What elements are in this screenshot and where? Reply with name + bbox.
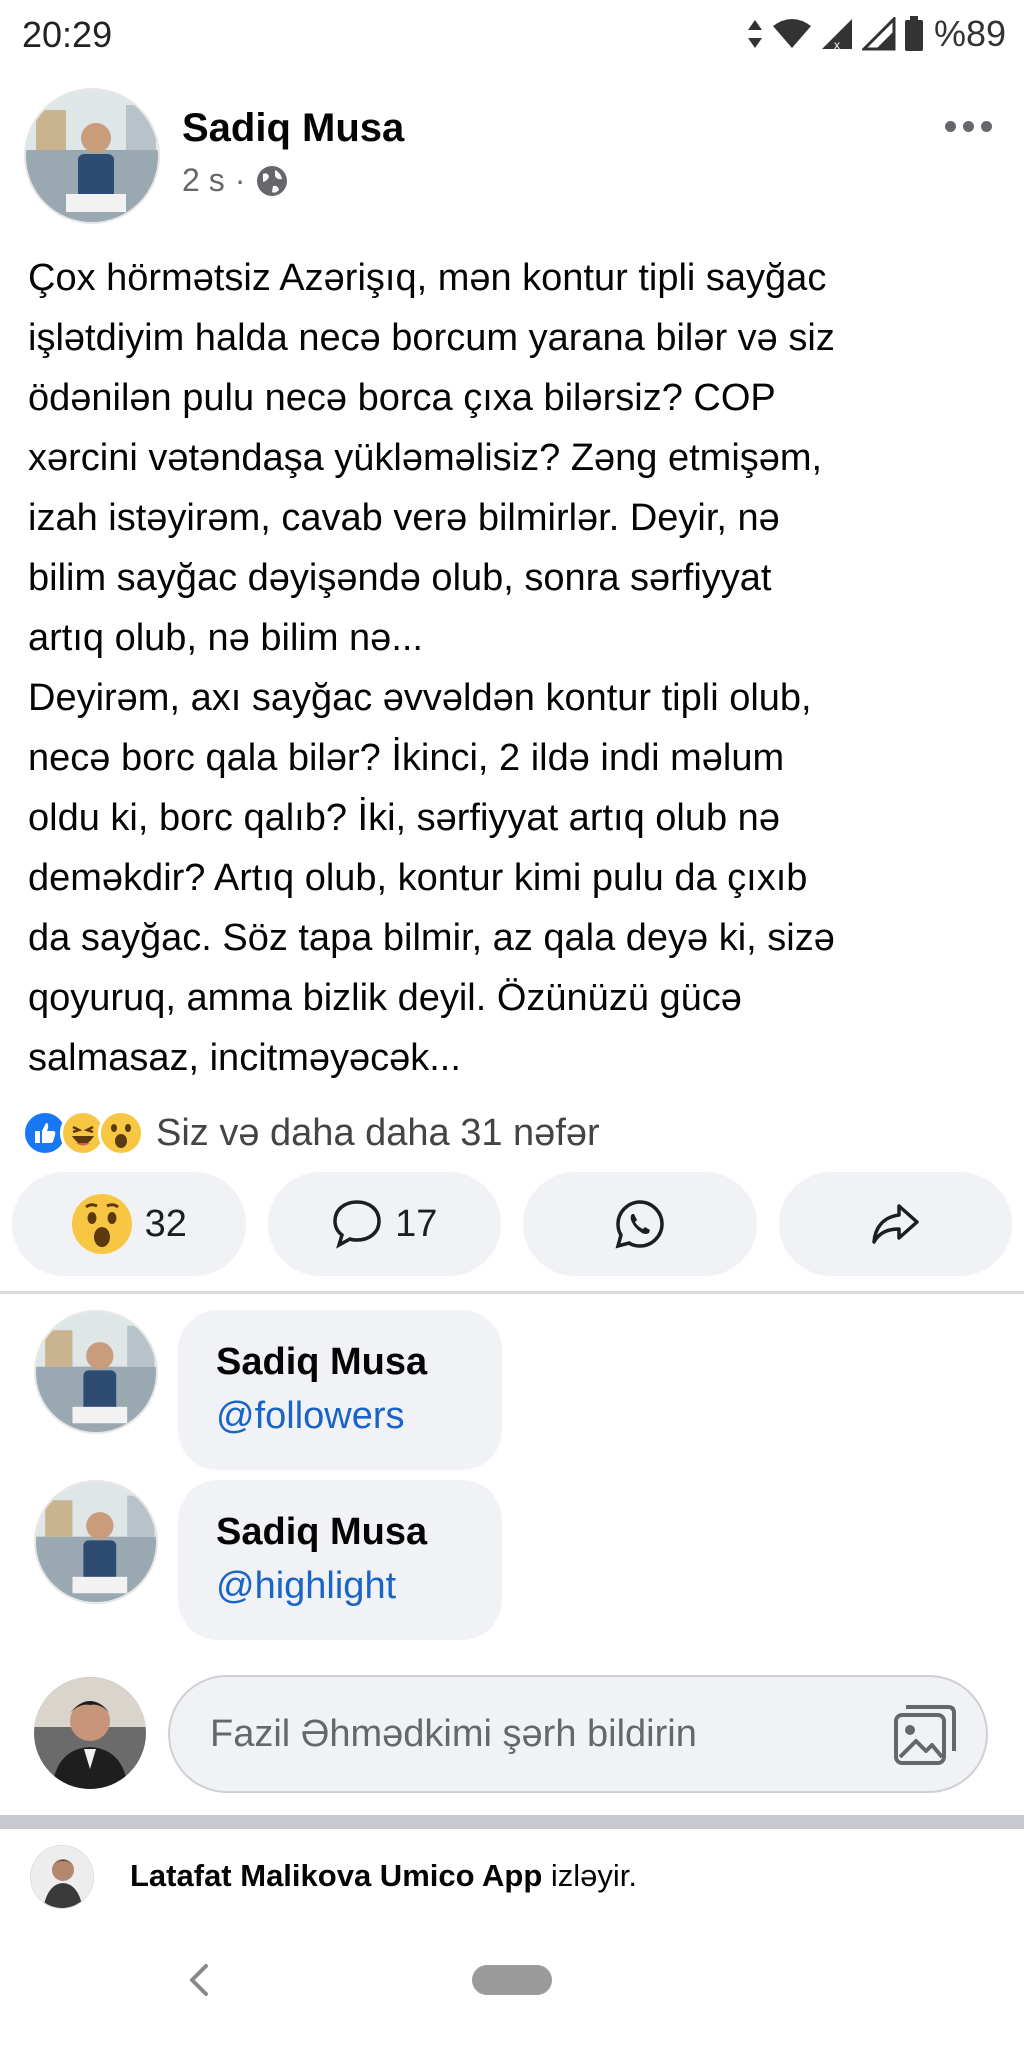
- more-options-button[interactable]: [938, 106, 998, 146]
- post-text: Çox hörmətsiz Azərişıq, mən kontur tipli…: [28, 257, 835, 1079]
- comment-count: 17: [395, 1202, 438, 1245]
- status-bar: 20:29 x %89: [0, 0, 1024, 70]
- comment-bubble[interactable]: Sadiq Musa @highlight: [178, 1480, 502, 1640]
- more-dot-icon: [980, 120, 992, 132]
- commenter-avatar[interactable]: [34, 1480, 158, 1604]
- reactions-summary[interactable]: Siz və daha daha 31 nəfər: [22, 1105, 600, 1161]
- photo-attach-icon[interactable]: [888, 1699, 960, 1771]
- signal-icon-2: [861, 17, 896, 51]
- comment-bubble[interactable]: Sadiq Musa @followers: [178, 1310, 502, 1470]
- comment-input[interactable]: Fazil Əhmədkimi şərh bildirin: [168, 1675, 988, 1793]
- whatsapp-icon: [615, 1200, 664, 1249]
- status-icons: x %89: [746, 12, 1006, 56]
- post-meta: 2 s ·: [182, 162, 289, 199]
- reaction-button[interactable]: 32: [12, 1172, 246, 1276]
- svg-text:x: x: [834, 38, 840, 51]
- globe-icon: [257, 165, 288, 196]
- wow-icon: [98, 1110, 144, 1156]
- battery-icon: [904, 16, 923, 51]
- comment-input-placeholder: Fazil Əhmədkimi şərh bildirin: [210, 1713, 697, 1755]
- signal-icon: x: [821, 19, 852, 51]
- wifi-icon: [772, 19, 811, 48]
- author-avatar[interactable]: [24, 88, 160, 224]
- comment-icon: [333, 1200, 381, 1249]
- share-icon: [872, 1204, 919, 1244]
- wow-icon: [71, 1194, 132, 1254]
- feed-divider: [0, 1815, 1024, 1829]
- whatsapp-share-button[interactable]: [523, 1172, 757, 1276]
- current-user-avatar[interactable]: [34, 1677, 146, 1789]
- follower-avatar[interactable]: [30, 1845, 94, 1909]
- follow-suffix: izləyir.: [542, 1858, 638, 1893]
- more-dot-icon: [962, 120, 974, 132]
- share-button[interactable]: [778, 1172, 1012, 1276]
- status-time: 20:29: [22, 14, 113, 55]
- reactions-text: Siz və daha daha 31 nəfər: [156, 1111, 600, 1154]
- commenter-avatar[interactable]: [34, 1310, 158, 1434]
- battery-percentage: %89: [933, 13, 1006, 54]
- post-screen: 20:29 x %89 Sadiq Musa 2 s · Çox hörməts…: [0, 0, 1024, 2048]
- commenter-name[interactable]: Sadiq Musa: [216, 1336, 464, 1388]
- post-actions: 32 17: [12, 1172, 1012, 1276]
- meta-separator: ·: [234, 162, 246, 198]
- post-time[interactable]: 2 s: [182, 162, 225, 199]
- section-divider: [0, 1291, 1024, 1294]
- commenter-name[interactable]: Sadiq Musa: [216, 1506, 464, 1558]
- more-dot-icon: [944, 120, 956, 132]
- reaction-count: 32: [144, 1202, 187, 1245]
- comment-tag-link[interactable]: @followers: [216, 1388, 464, 1444]
- reaction-icons: [22, 1110, 144, 1156]
- author-name[interactable]: Sadiq Musa: [182, 106, 404, 151]
- home-pill[interactable]: [472, 1965, 552, 1995]
- follower-name[interactable]: Latafat Malikova Umico App: [130, 1858, 542, 1893]
- data-arrows-icon: [747, 20, 762, 48]
- follow-notice[interactable]: Latafat Malikova Umico App izləyir.: [130, 1858, 637, 1894]
- back-icon[interactable]: [180, 1958, 220, 2002]
- comment-button[interactable]: 17: [267, 1172, 501, 1276]
- comment-tag-link[interactable]: @highlight: [216, 1558, 464, 1614]
